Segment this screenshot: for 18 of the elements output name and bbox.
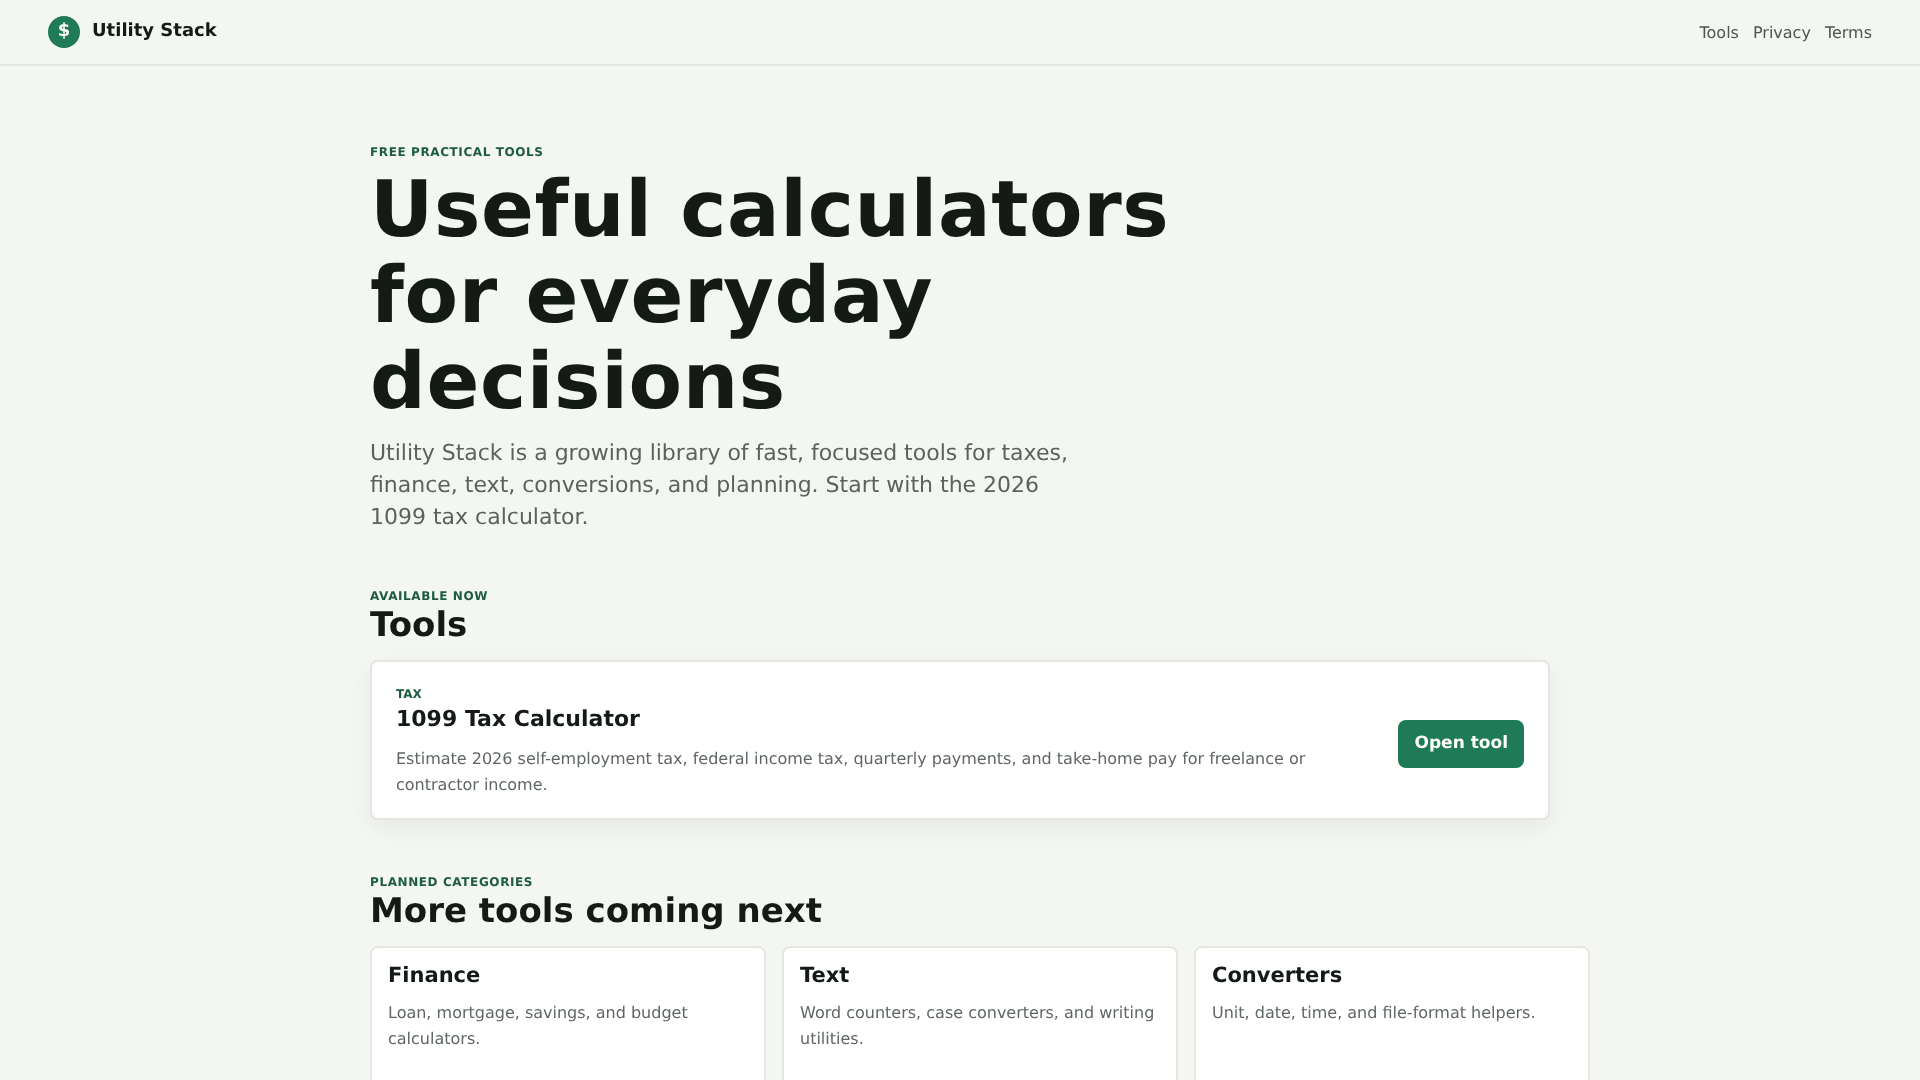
category-title: Finance [388,964,483,988]
section-heading: Tools [370,606,470,646]
nav-link[interactable]: Privacy [1752,23,1811,41]
brand-name[interactable]: Utility Stack [92,22,217,42]
tool-description: Estimate 2026 self-employment tax, federal income tax, quarterly payments, and take-home pay for freelance or contractor income. [396,748,1308,797]
hero-title: Useful calculators for everyday decisions [370,168,1172,426]
open-tool-button[interactable]: Open tool [1398,719,1524,767]
category-description: Unit, date, time, and file-format helpers. [1212,1002,1538,1026]
category-title: Text [800,964,852,988]
hero-description: Utility Stack is a growing library of fast, focused tools for taxes, finance, text, conversions, and planning. Start with the 2026 1099 tax calculator. [370,438,1070,534]
nav-link[interactable]: Terms [1824,23,1872,41]
section-heading: More tools coming next [370,892,824,932]
tool-title: 1099 Tax Calculator [396,706,642,732]
category-description: Word counters, case converters, and writing utilities. [800,1002,1157,1051]
category-title: Converters [1212,964,1345,988]
category-description: Loan, mortgage, savings, and budget calculators. [388,1002,690,1051]
nav-link[interactable]: Tools [1699,23,1739,41]
logo-icon[interactable]: $ [48,16,80,48]
